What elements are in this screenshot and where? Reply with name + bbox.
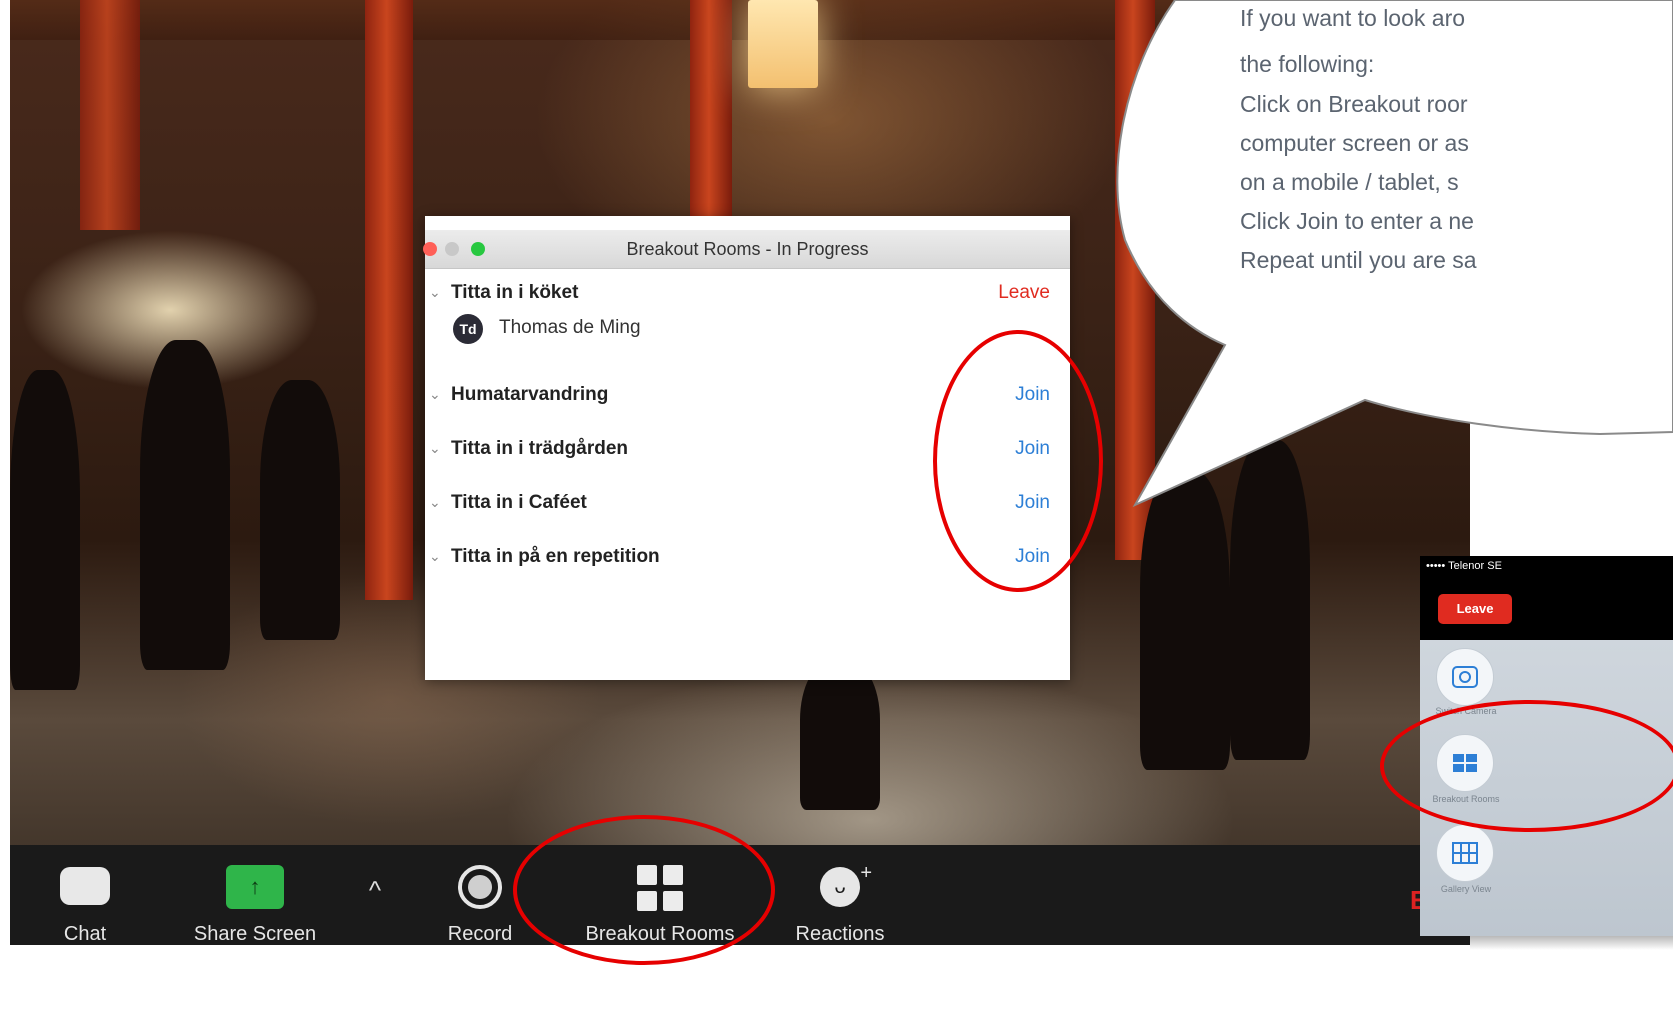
dialog-titlebar: Breakout Rooms - In Progress	[423, 230, 1070, 269]
reactions-button[interactable]: ᴗ Reactions	[780, 845, 900, 945]
switch-camera-icon	[1452, 666, 1478, 688]
avatar: Td	[453, 314, 483, 344]
room-name: Titta in i köket	[451, 282, 579, 303]
person-silhouette	[10, 370, 80, 690]
chat-label: Chat	[63, 923, 107, 945]
gallery-view-icon	[1452, 842, 1478, 864]
pillar	[80, 0, 140, 230]
chevron-down-icon[interactable]: ⌄	[429, 548, 441, 565]
bubble-line: If you want to look aro	[1240, 5, 1466, 31]
chat-button[interactable]: Chat	[50, 845, 120, 945]
phone-shadow	[1470, 936, 1673, 950]
annotation-ellipse-join	[933, 330, 1103, 592]
leave-room-button[interactable]: Leave	[998, 282, 1050, 304]
share-screen-button[interactable]: ↑ Share Screen	[180, 845, 330, 945]
reactions-icon: ᴗ	[820, 853, 872, 907]
chevron-down-icon[interactable]: ⌄	[429, 284, 441, 301]
room-name: Titta in i Caféet	[451, 492, 587, 513]
person-silhouette	[800, 660, 880, 810]
chevron-down-icon[interactable]: ⌄	[429, 440, 441, 457]
person-silhouette	[1140, 470, 1230, 770]
person-silhouette	[1230, 440, 1310, 760]
chevron-down-icon[interactable]: ⌄	[429, 386, 441, 403]
participant-name: Thomas de Ming	[499, 317, 641, 338]
bubble-line: the following:	[1240, 51, 1375, 77]
phone-leave-button[interactable]: Leave	[1438, 594, 1512, 624]
bubble-line: Repeat until you are sa	[1240, 247, 1477, 273]
bubble-line: Click on Breakout roor	[1240, 91, 1468, 117]
record-label: Record	[447, 923, 513, 945]
chat-icon	[60, 867, 110, 905]
record-icon	[458, 865, 502, 909]
hanging-lamp	[748, 0, 818, 88]
annotation-ellipse-phone	[1380, 700, 1673, 832]
room-name: Humatarvandring	[451, 384, 609, 405]
chevron-down-icon[interactable]: ⌄	[429, 494, 441, 511]
annotation-ellipse-breakout	[513, 815, 775, 965]
pillar	[1115, 0, 1155, 560]
room-name: Titta in i trädgården	[451, 438, 629, 459]
switch-camera-button[interactable]	[1436, 648, 1494, 706]
bubble-line: computer screen or as	[1240, 130, 1469, 156]
reactions-label: Reactions	[795, 923, 885, 945]
share-options-button[interactable]: ^	[355, 845, 395, 945]
share-screen-icon: ↑	[226, 865, 284, 909]
gallery-view-label: Gallery View	[1440, 884, 1492, 894]
person-silhouette	[140, 340, 230, 670]
room-name: Titta in på en repetition	[451, 546, 660, 567]
person-silhouette	[260, 380, 340, 640]
share-screen-label: Share Screen	[193, 923, 317, 945]
room-row: ⌄ Titta in i köket Leave	[425, 276, 1070, 316]
phone-status-bar: ••••• Telenor SE	[1426, 560, 1502, 572]
bubble-line: Click Join to enter a ne	[1240, 208, 1474, 234]
dialog-title: Breakout Rooms - In Progress	[626, 239, 869, 259]
gallery-view-button[interactable]	[1436, 824, 1494, 882]
pillar	[365, 0, 413, 600]
bubble-line: on a mobile / tablet, s	[1240, 169, 1459, 195]
chevron-up-icon: ^	[368, 875, 382, 905]
